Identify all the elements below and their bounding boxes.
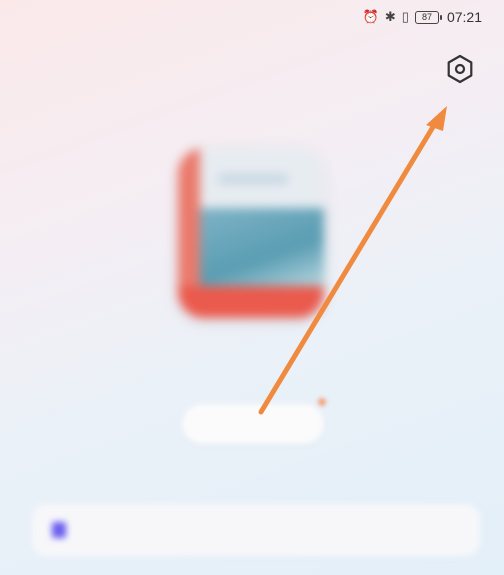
- battery-icon: 87: [414, 10, 442, 24]
- card-badge: [178, 286, 324, 318]
- status-icons: ⏰ ✱ ▯ 87 07:21: [363, 9, 482, 25]
- app-card-image[interactable]: [178, 148, 324, 318]
- arrow-head: [426, 106, 447, 131]
- status-bar: ⏰ ✱ ▯ 87 07:21: [0, 0, 504, 34]
- card-header-line: [218, 174, 288, 184]
- bluetooth-icon: ✱: [384, 9, 396, 24]
- alarm-icon: ⏰: [362, 9, 379, 24]
- bottom-info-bar[interactable]: [32, 504, 480, 556]
- hexagon-settings-icon[interactable]: [442, 51, 478, 87]
- vibrate-icon: ▯: [401, 9, 409, 24]
- clock: 07:21: [446, 9, 482, 25]
- action-button[interactable]: [182, 404, 324, 444]
- document-icon: [52, 522, 66, 538]
- notification-dot: [318, 398, 326, 406]
- card-picture: [200, 208, 324, 286]
- battery-level: 87: [421, 12, 432, 22]
